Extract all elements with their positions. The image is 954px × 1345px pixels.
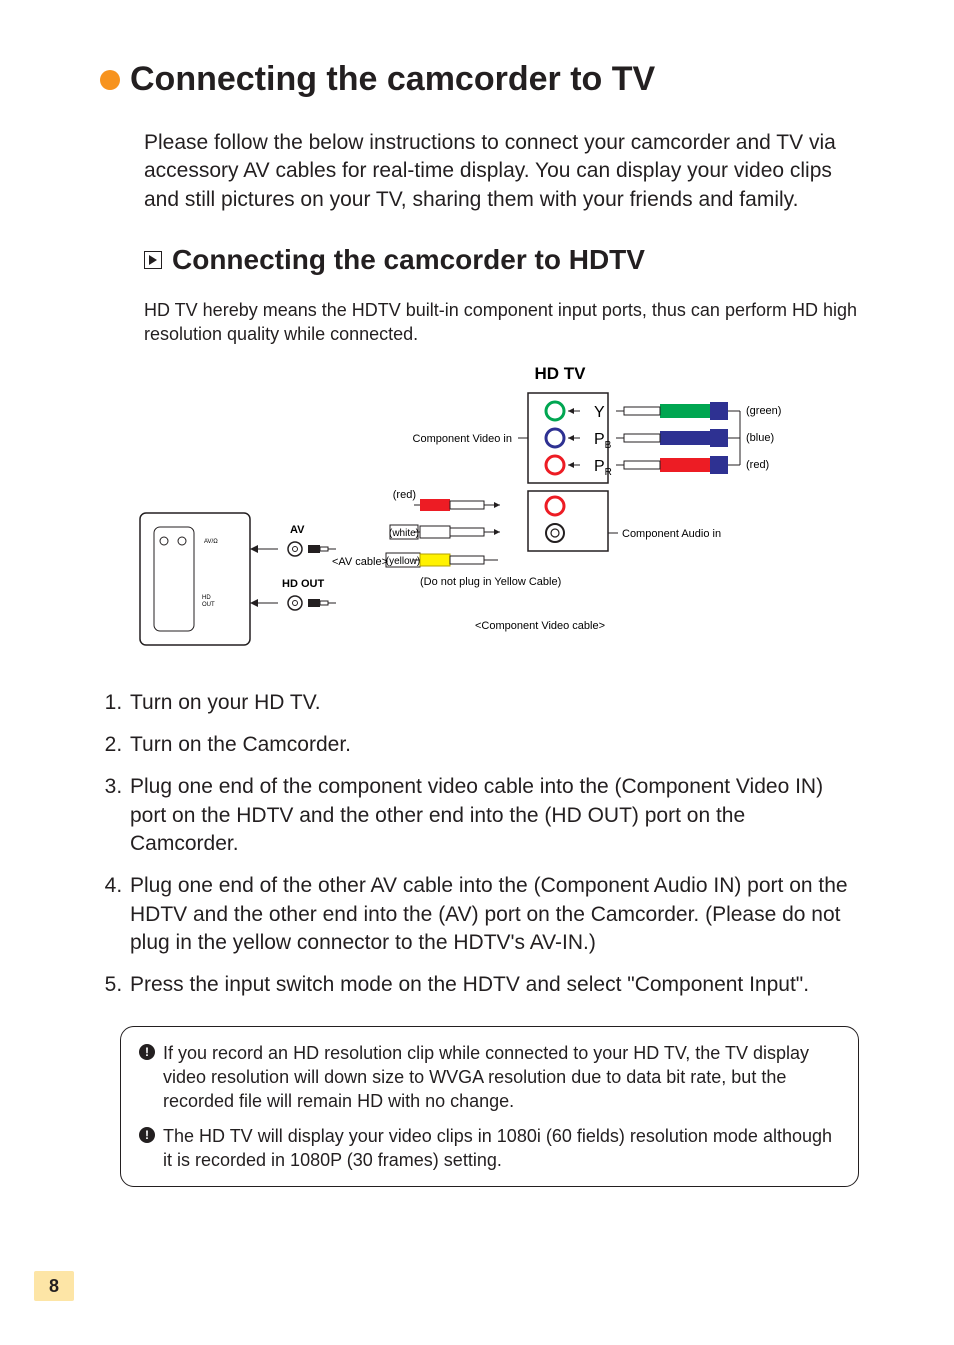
- comp-cable-label: <Component Video cable>: [475, 620, 605, 632]
- hdout-label: HD OUT: [282, 578, 324, 590]
- alert-icon: !: [139, 1127, 155, 1143]
- pr-label: PR: [594, 458, 612, 478]
- av-port-icon: [250, 542, 336, 556]
- green-label: (green): [746, 405, 781, 417]
- hdtv-label: HD TV: [535, 364, 587, 383]
- hdout-port-icon: [250, 596, 336, 610]
- svg-text:AV/Ω: AV/Ω: [204, 539, 218, 545]
- pb-label: PB: [594, 431, 612, 451]
- step-item: Plug one end of the other AV cable into …: [128, 872, 859, 957]
- step-item: Turn on the Camcorder.: [128, 731, 859, 759]
- page-title: Connecting the camcorder to TV: [130, 60, 655, 99]
- note-item: ! If you record an HD resolution clip wh…: [139, 1041, 840, 1114]
- intro-paragraph: Please follow the below instructions to …: [144, 129, 859, 214]
- y-label: Y: [594, 404, 605, 421]
- plug-green: [616, 402, 740, 420]
- connection-diagram: HD TV Y PB PR (green) (blue) (red) Compo…: [100, 361, 859, 661]
- arrow-box-icon: [144, 251, 162, 269]
- svg-text:OUT: OUT: [202, 602, 215, 608]
- av-label: AV: [290, 524, 305, 536]
- av-cable-label: <AV cable>: [332, 556, 388, 568]
- note-text: The HD TV will display your video clips …: [163, 1124, 840, 1173]
- step-item: Press the input switch mode on the HDTV …: [128, 971, 859, 999]
- white-label: (white): [389, 528, 419, 539]
- red-label: (red): [746, 459, 769, 471]
- comp-audio-in-label: Component Audio in: [622, 528, 721, 540]
- note-text: If you record an HD resolution clip whil…: [163, 1041, 840, 1114]
- step-item: Plug one end of the component video cabl…: [128, 773, 859, 858]
- plug-blue: [616, 429, 740, 447]
- plug-red-comp: [616, 456, 740, 474]
- alert-icon: !: [139, 1044, 155, 1060]
- no-yellow-label: (Do not plug in Yellow Cable): [420, 576, 561, 588]
- page-title-row: Connecting the camcorder to TV: [100, 60, 859, 99]
- section-heading-row: Connecting the camcorder to HDTV: [144, 244, 859, 276]
- svg-text:HD: HD: [202, 595, 211, 601]
- red-av-label: (red): [393, 489, 416, 501]
- step-item: Turn on your HD TV.: [128, 689, 859, 717]
- page-number: 8: [34, 1271, 74, 1301]
- bullet-icon: [100, 70, 120, 90]
- blue-label: (blue): [746, 432, 774, 444]
- notes-box: ! If you record an HD resolution clip wh…: [120, 1026, 859, 1187]
- section-intro: HD TV hereby means the HDTV built-in com…: [144, 298, 859, 347]
- note-item: ! The HD TV will display your video clip…: [139, 1124, 840, 1173]
- steps-list: Turn on your HD TV. Turn on the Camcorde…: [100, 689, 859, 1000]
- section-heading: Connecting the camcorder to HDTV: [172, 244, 645, 276]
- comp-video-in-label: Component Video in: [413, 433, 512, 445]
- yellow-label: (yellow): [386, 556, 420, 567]
